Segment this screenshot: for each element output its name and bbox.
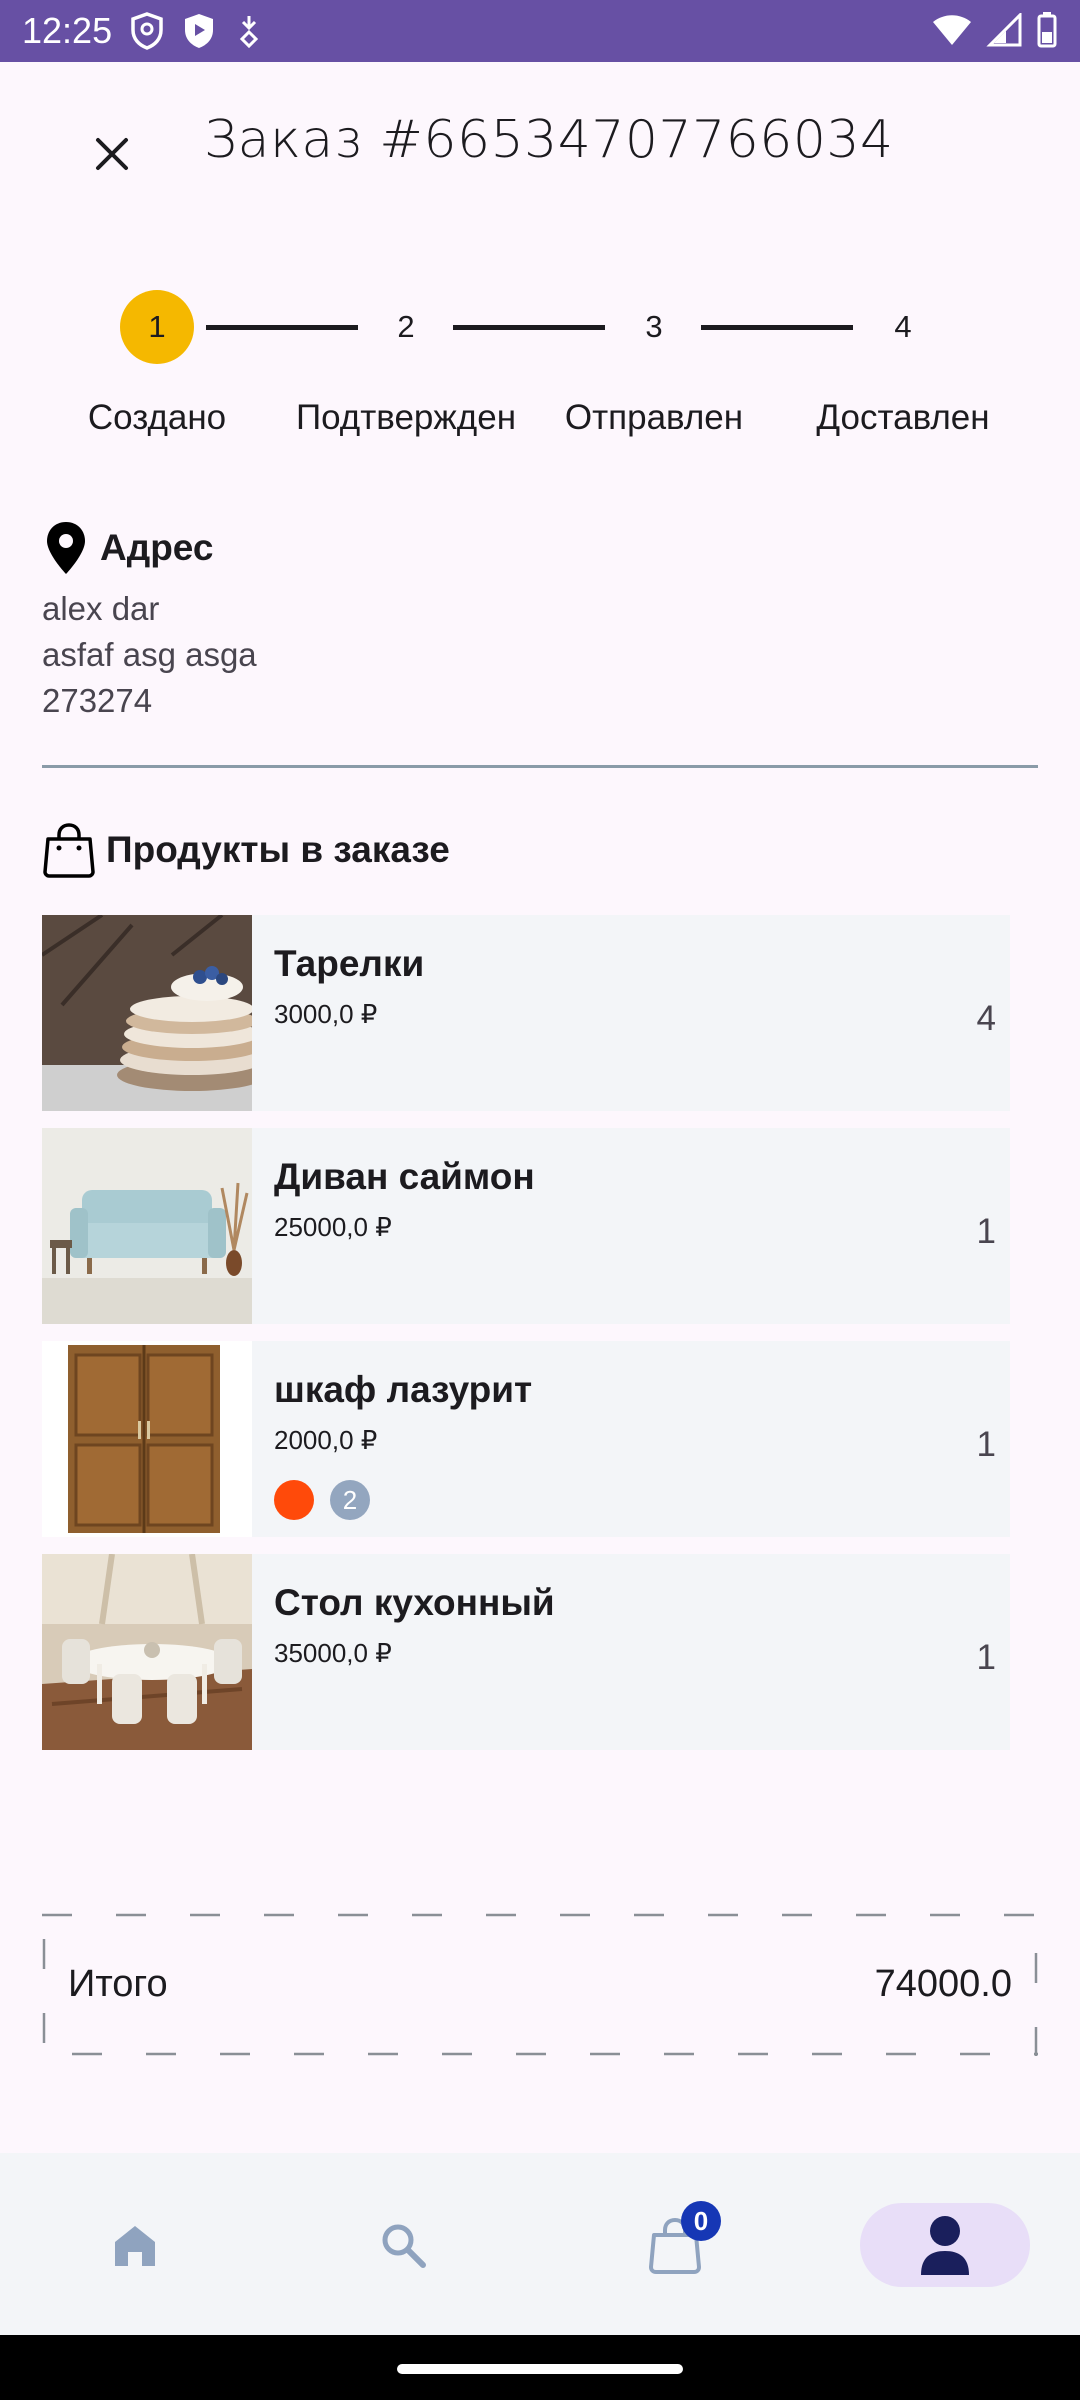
product-info: Диван саймон 25000,0 ₽ 1 [252,1128,1010,1324]
signal-icon [986,13,1022,47]
product-price: 25000,0 ₽ [274,1212,392,1242]
plates-photo [42,915,252,1111]
address-title: Адрес [100,527,214,568]
step-1-label: Создано [87,398,227,437]
product-name: Тарелки [274,943,425,984]
bottom-navigation: 0 [0,2153,1080,2335]
step-4-label: Доставлен [816,398,990,437]
product-row[interactable]: Стол кухонный 35000,0 ₽ 1 [42,1554,1010,1750]
address-line: asfaf asg asga [42,636,257,673]
shopping-bag-icon [43,823,95,878]
address-line: 273274 [42,682,153,719]
wifi-icon [933,15,971,45]
play-protect-icon [185,14,213,48]
step-2-indicator: 2 [397,309,415,344]
order-status-stepper: 1 2 3 4 Создано Подтвержден Отправлен До… [0,280,1080,480]
product-name: Стол кухонный [274,1582,555,1623]
status-bar: 12:25 [0,0,1080,62]
product-quantity: 1 [976,1425,996,1464]
nav-search[interactable] [318,2203,488,2287]
product-name: Диван саймон [274,1156,535,1197]
data-saver-icon [239,16,259,49]
product-list: Тарелки 3000,0 ₽ 4 Диван саймон 25000,0 … [42,915,1010,1767]
product-row[interactable]: Тарелки 3000,0 ₽ 4 [42,915,1010,1111]
total-value: 74000.0 [874,1963,1012,2005]
step-connector [453,325,605,330]
product-row[interactable]: Диван саймон 25000,0 ₽ 1 [42,1128,1010,1324]
profile-icon [921,2216,969,2275]
products-title: Продукты в заказе [106,829,450,870]
address-header: Адрес [42,520,1038,576]
product-info: Стол кухонный 35000,0 ₽ 1 [252,1554,1010,1750]
address-section: Адрес alex dar asfaf asg asga 273274 [42,520,1038,724]
home-icon [115,2226,155,2266]
product-quantity: 4 [976,999,996,1038]
system-gesture-bar [0,2335,1080,2400]
color-options: 2 [274,1480,1010,1520]
page-title: Заказ #66534707766034 [204,110,894,170]
kitchen-table-photo [42,1554,252,1750]
product-info: шкаф лазурит 2000,0 ₽ 2 1 [252,1341,1010,1537]
close-icon [96,138,128,170]
address-lines: alex dar asfaf asg asga 273274 [42,586,1038,724]
color-swatch [274,1480,314,1520]
more-colors-badge: 2 [330,1480,370,1520]
product-info: Тарелки 3000,0 ₽ 4 [252,915,1010,1111]
step-connector [206,325,358,330]
location-pin-icon [47,522,85,574]
close-button[interactable] [72,114,152,194]
order-total: Итого 74000.0 [42,1913,1038,2056]
status-notification-icons [130,12,264,50]
shield-icon [131,12,163,50]
search-icon [382,2224,426,2268]
status-system-icons [932,12,1058,48]
step-3-indicator: 3 [645,309,663,344]
step-1-indicator: 1 [120,290,194,364]
home-gesture-handle[interactable] [397,2364,683,2374]
product-name: шкаф лазурит [274,1369,533,1410]
app-bar: Заказ #66534707766034 [0,62,1080,222]
cart-badge: 0 [681,2201,721,2241]
status-time: 12:25 [22,10,113,51]
product-quantity: 1 [976,1638,996,1677]
product-price: 3000,0 ₽ [274,999,378,1029]
products-header: Продукты в заказе [42,822,450,878]
product-quantity: 1 [976,1212,996,1251]
step-3-label: Отправлен [564,398,744,437]
nav-home[interactable] [50,2203,220,2287]
wardrobe-photo [42,1341,252,1537]
product-row[interactable]: шкаф лазурит 2000,0 ₽ 2 1 [42,1341,1010,1537]
battery-icon [1037,12,1057,48]
address-line: alex dar [42,590,160,627]
cart-icon-wrap: 0 [645,2201,721,2275]
step-2-label: Подтвержден [295,398,517,437]
product-price: 2000,0 ₽ [274,1425,378,1455]
sofa-photo [42,1128,252,1324]
nav-cart[interactable]: 0 [590,2201,760,2287]
step-connector [701,325,853,330]
step-4-indicator: 4 [894,309,912,344]
nav-profile[interactable] [860,2203,1030,2287]
divider [42,765,1038,768]
total-label: Итого [68,1963,168,2005]
product-price: 35000,0 ₽ [274,1638,392,1668]
